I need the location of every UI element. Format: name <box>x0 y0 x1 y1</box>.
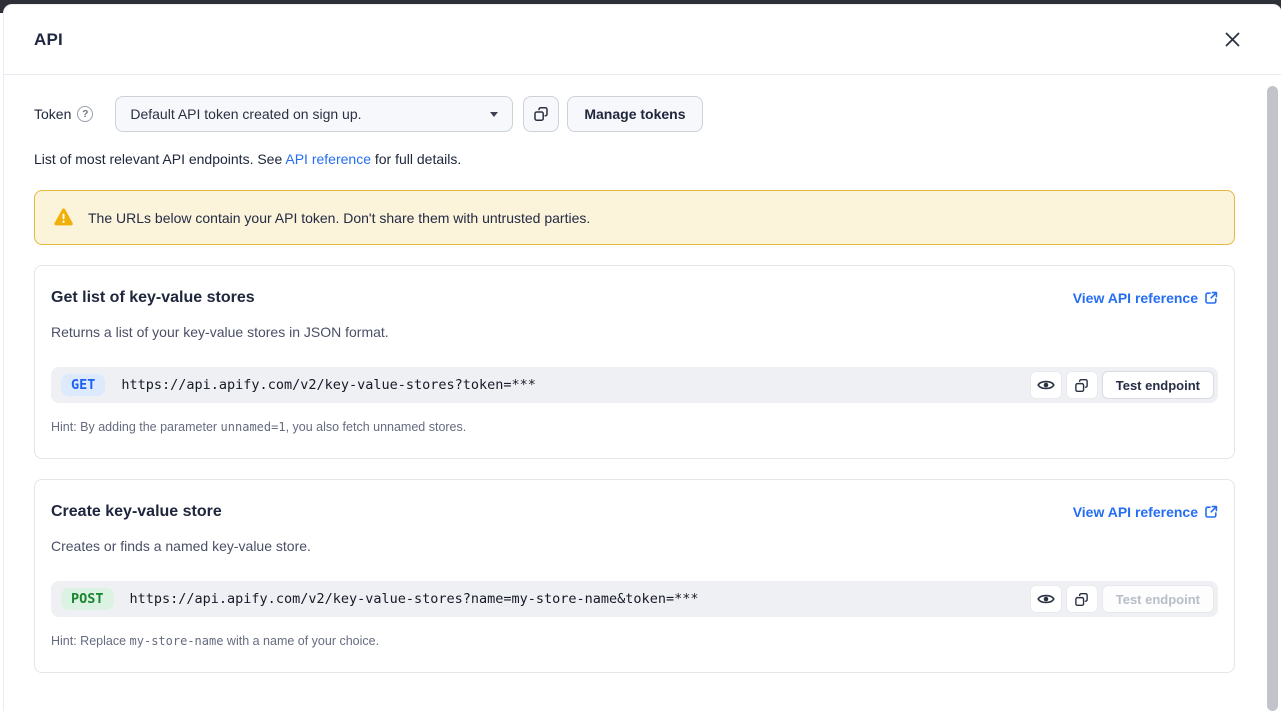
eye-icon <box>1037 378 1055 392</box>
hint-code: unnamed=1 <box>221 420 286 434</box>
endpoint-url: https://api.apify.com/v2/key-value-store… <box>121 377 1021 393</box>
reveal-token-button[interactable] <box>1030 585 1062 613</box>
endpoint-hint: Hint: By adding the parameter unnamed=1,… <box>51 420 1218 434</box>
endpoint-hint: Hint: Replace my-store-name with a name … <box>51 634 1218 648</box>
close-button[interactable] <box>1221 29 1243 51</box>
manage-tokens-button[interactable]: Manage tokens <box>567 96 702 132</box>
card-title: Get list of key-value stores <box>51 289 255 307</box>
copy-url-button[interactable] <box>1066 585 1098 613</box>
eye-icon <box>1037 592 1055 606</box>
copy-icon <box>1074 378 1089 393</box>
close-icon <box>1224 31 1241 48</box>
hint-before: Hint: By adding the parameter <box>51 420 221 434</box>
hint-after: with a name of your choice. <box>223 634 379 648</box>
endpoint-card-get-list: Get list of key-value stores View API re… <box>34 265 1235 459</box>
card-title: Create key-value store <box>51 503 222 521</box>
external-link-icon <box>1204 505 1218 519</box>
endpoint-actions: Test endpoint <box>1030 371 1214 399</box>
copy-url-button[interactable] <box>1066 371 1098 399</box>
warning-icon <box>53 208 74 227</box>
endpoint-bar: POST https://api.apify.com/v2/key-value-… <box>51 581 1218 617</box>
screen: API Token ? Default API token created on… <box>0 0 1281 711</box>
view-api-reference-link[interactable]: View API reference <box>1073 290 1218 306</box>
modal-body: Token ? Default API token created on sig… <box>4 75 1281 711</box>
modal-title: API <box>34 30 63 50</box>
warning-banner: The URLs below contain your API token. D… <box>34 190 1235 245</box>
hint-before: Hint: Replace <box>51 634 130 648</box>
copy-token-button[interactable] <box>523 96 559 132</box>
reveal-token-button[interactable] <box>1030 371 1062 399</box>
api-reference-link[interactable]: API reference <box>285 151 371 167</box>
intro-text: List of most relevant API endpoints. See… <box>34 151 1235 167</box>
method-badge: GET <box>61 374 105 396</box>
warning-text: The URLs below contain your API token. D… <box>88 210 590 226</box>
help-icon[interactable]: ? <box>77 106 93 122</box>
view-api-reference-label: View API reference <box>1073 290 1198 306</box>
card-head: Get list of key-value stores View API re… <box>51 289 1218 307</box>
token-row: Token ? Default API token created on sig… <box>34 96 1235 132</box>
card-description: Returns a list of your key-value stores … <box>51 324 1218 340</box>
copy-icon <box>533 106 549 122</box>
token-select[interactable]: Default API token created on sign up. <box>115 96 513 132</box>
view-api-reference-link[interactable]: View API reference <box>1073 504 1218 520</box>
view-api-reference-label: View API reference <box>1073 504 1198 520</box>
test-endpoint-button[interactable]: Test endpoint <box>1102 371 1214 399</box>
endpoint-actions: Test endpoint <box>1030 585 1214 613</box>
scrollbar-thumb[interactable] <box>1267 86 1278 711</box>
endpoint-card-create-store: Create key-value store View API referenc… <box>34 479 1235 673</box>
hint-code: my-store-name <box>130 634 224 648</box>
modal-header: API <box>4 5 1281 75</box>
copy-icon <box>1074 592 1089 607</box>
card-head: Create key-value store View API referenc… <box>51 503 1218 521</box>
chevron-down-icon <box>490 112 498 117</box>
card-description: Creates or finds a named key-value store… <box>51 538 1218 554</box>
endpoint-url: https://api.apify.com/v2/key-value-store… <box>130 591 1022 607</box>
test-endpoint-button[interactable]: Test endpoint <box>1102 585 1214 613</box>
endpoint-bar: GET https://api.apify.com/v2/key-value-s… <box>51 367 1218 403</box>
token-select-value: Default API token created on sign up. <box>130 106 482 122</box>
token-label: Token <box>34 106 71 122</box>
api-modal: API Token ? Default API token created on… <box>4 5 1281 711</box>
method-badge: POST <box>61 588 114 610</box>
intro-before: List of most relevant API endpoints. See <box>34 151 285 167</box>
hint-after: , you also fetch unnamed stores. <box>286 420 467 434</box>
intro-after: for full details. <box>371 151 461 167</box>
external-link-icon <box>1204 291 1218 305</box>
